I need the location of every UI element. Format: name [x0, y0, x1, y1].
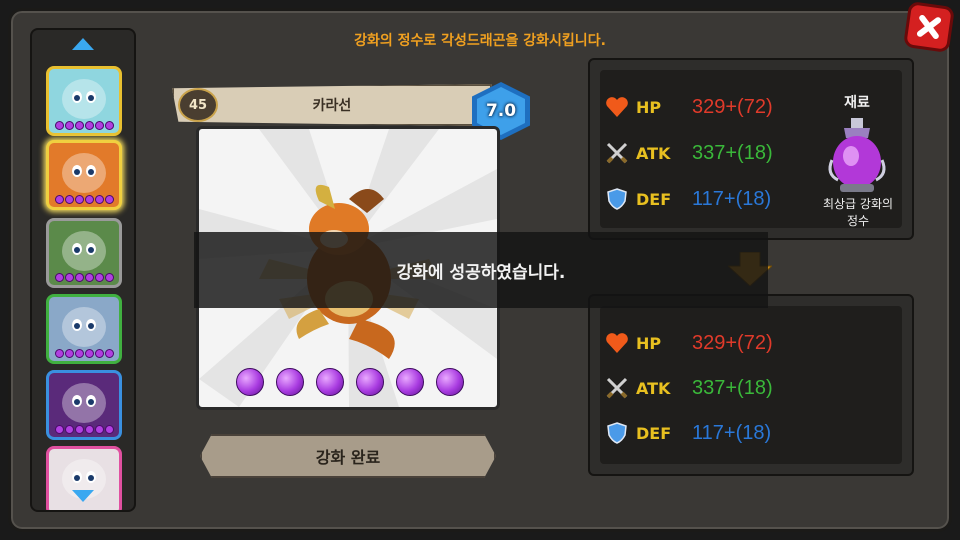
- star-dot: [55, 195, 64, 204]
- dragon-face-icon: [49, 449, 119, 510]
- roster-card-green-dragon[interactable]: [46, 218, 122, 288]
- star-dots: [55, 349, 114, 358]
- roster-card-purple-dragon[interactable]: [46, 370, 122, 440]
- star-dot: [85, 349, 94, 358]
- def-label: DEF: [636, 189, 672, 209]
- star-dot: [65, 273, 74, 282]
- stat-row-def-after: DEF 117+(18): [604, 418, 771, 448]
- star-dot: [55, 273, 64, 282]
- star-dot: [85, 425, 94, 434]
- star-orb: [276, 368, 304, 396]
- stat-row-atk-before: ATK 337+(18): [604, 138, 773, 168]
- star-dot: [95, 121, 104, 130]
- close-button[interactable]: [903, 1, 955, 53]
- atk-label: ATK: [636, 143, 671, 163]
- def-value: 117+(18): [692, 421, 772, 444]
- heart-icon: [604, 94, 630, 120]
- star-dot: [65, 121, 74, 130]
- star-orb: [396, 368, 424, 396]
- star-dot: [85, 195, 94, 204]
- roster-card-pink-dragon[interactable]: [46, 446, 122, 510]
- atk-value: 337+(18): [692, 141, 773, 164]
- enhancement-essence-icon: [828, 118, 886, 192]
- star-dot: [105, 195, 114, 204]
- star-orb: [356, 368, 384, 396]
- stat-row-hp-before: HP 329+(72): [604, 92, 773, 122]
- star-dot: [65, 349, 74, 358]
- star-dot: [105, 121, 114, 130]
- hp-label: HP: [636, 97, 662, 117]
- star-orb: [316, 368, 344, 396]
- hp-value: 329+(72): [692, 331, 773, 354]
- atk-value: 337+(18): [692, 376, 773, 399]
- dragon-name: 카라선: [312, 98, 352, 114]
- star-dot: [95, 273, 104, 282]
- star-dot: [55, 121, 64, 130]
- star-dot: [75, 195, 84, 204]
- dragon-roster[interactable]: [30, 28, 136, 512]
- star-orb: [436, 368, 464, 396]
- material-name-line2: 정수: [846, 214, 870, 228]
- scroll-down-arrow-icon[interactable]: [72, 490, 94, 502]
- atk-label: ATK: [636, 378, 671, 398]
- enhance-complete-button[interactable]: 강화 완료: [200, 434, 496, 478]
- shield-icon: [604, 186, 630, 212]
- grade-value: 7.0: [485, 101, 517, 121]
- stat-row-def-before: DEF 117+(18): [604, 184, 771, 214]
- hp-label: HP: [636, 333, 662, 353]
- star-dot: [75, 349, 84, 358]
- success-message: 강화에 성공하였습니다.: [396, 263, 566, 283]
- crossed-swords-icon: [604, 375, 630, 401]
- star-dots: [55, 121, 114, 130]
- heart-icon: [604, 330, 630, 356]
- level-badge: 45: [178, 88, 218, 122]
- roster-card-white-dragon[interactable]: [46, 66, 122, 136]
- star-dot: [95, 195, 104, 204]
- close-icon: [916, 14, 942, 40]
- roster-card-orange-dragon[interactable]: [46, 140, 122, 210]
- star-dot: [105, 273, 114, 282]
- star-dot: [85, 121, 94, 130]
- stat-row-atk-after: ATK 337+(18): [604, 373, 773, 403]
- star-dot: [95, 349, 104, 358]
- scroll-up-arrow-icon[interactable]: [72, 38, 94, 50]
- material-title: 재료: [844, 95, 870, 111]
- def-label: DEF: [636, 423, 672, 443]
- shield-icon: [604, 420, 630, 446]
- material-name-line1: 최상급 강화의: [822, 197, 894, 211]
- star-dot: [105, 425, 114, 434]
- star-orb: [236, 368, 264, 396]
- star-dot: [65, 425, 74, 434]
- star-orbs: [236, 368, 464, 396]
- def-value: 117+(18): [692, 187, 772, 210]
- crossed-swords-icon: [604, 140, 630, 166]
- material-name: 최상급 강화의 정수: [806, 196, 910, 230]
- star-dots: [55, 195, 114, 204]
- enhance-complete-label: 강화 완료: [315, 448, 381, 467]
- level-value: 45: [188, 97, 208, 113]
- roster-card-silver-dragon[interactable]: [46, 294, 122, 364]
- star-dot: [55, 425, 64, 434]
- star-dot: [55, 349, 64, 358]
- hp-value: 329+(72): [692, 95, 773, 118]
- star-dot: [75, 273, 84, 282]
- star-dot: [65, 195, 74, 204]
- star-dot: [75, 121, 84, 130]
- star-dots: [55, 425, 114, 434]
- instruction-text: 강화의 정수로 각성드래곤을 강화시킵니다.: [354, 33, 606, 49]
- star-dots: [55, 273, 114, 282]
- star-dot: [75, 425, 84, 434]
- star-dot: [85, 273, 94, 282]
- star-dot: [105, 349, 114, 358]
- stat-row-hp-after: HP 329+(72): [604, 328, 773, 358]
- star-dot: [95, 425, 104, 434]
